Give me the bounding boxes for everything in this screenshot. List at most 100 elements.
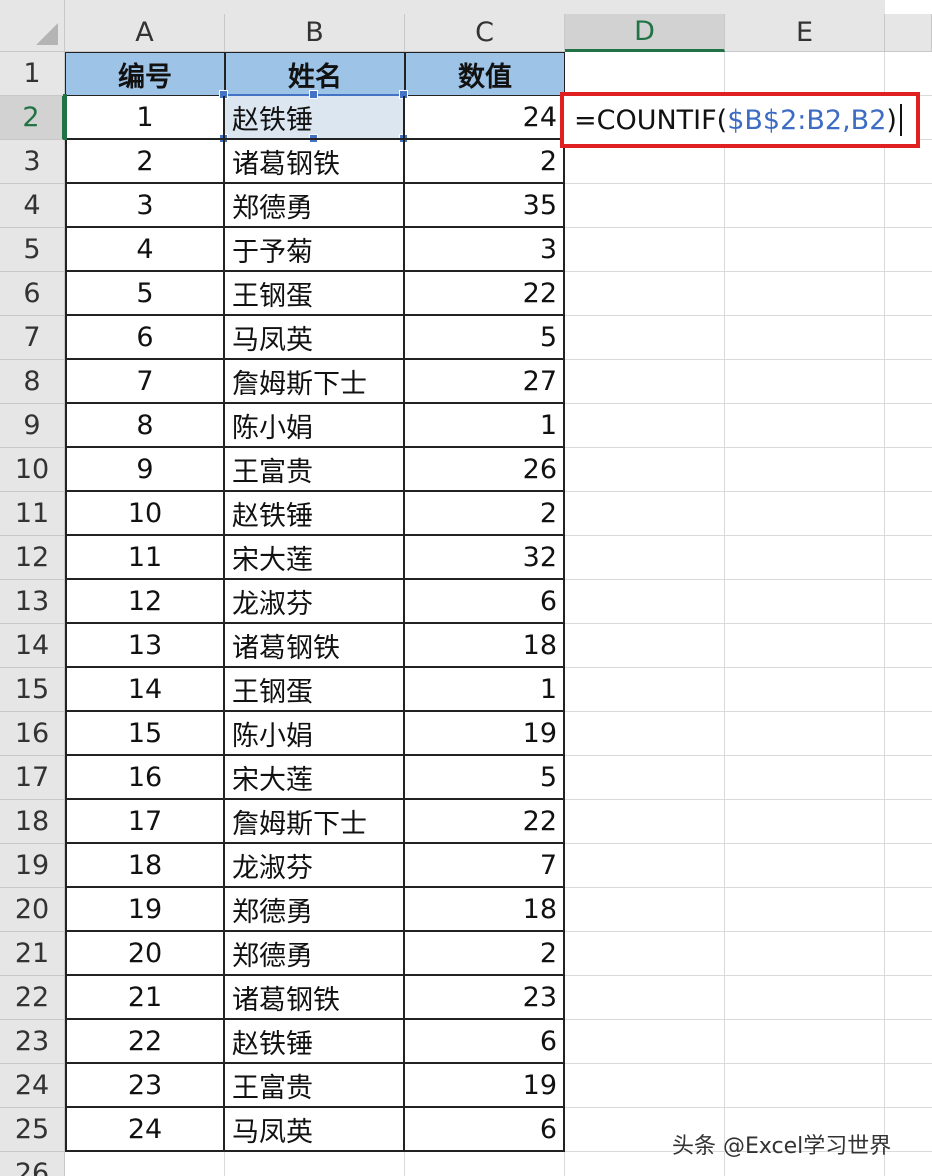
cell-a14[interactable]: 13 <box>65 624 225 668</box>
row-header-14[interactable]: 14 <box>0 624 65 668</box>
header-cell-a1[interactable]: 编号 <box>65 52 225 96</box>
cell-a2[interactable]: 1 <box>65 96 225 140</box>
cell-c16[interactable]: 19 <box>405 712 565 756</box>
row-header-1[interactable]: 1 <box>0 52 65 96</box>
cell-a11[interactable]: 10 <box>65 492 225 536</box>
cell-b6[interactable]: 王钢蛋 <box>225 272 405 316</box>
row-header-17[interactable]: 17 <box>0 756 65 800</box>
cell-a21[interactable]: 20 <box>65 932 225 976</box>
cell-c21[interactable]: 2 <box>405 932 565 976</box>
row-header-16[interactable]: 16 <box>0 712 65 756</box>
row-header-21[interactable]: 21 <box>0 932 65 976</box>
cell-c18[interactable]: 22 <box>405 800 565 844</box>
cell-a10[interactable]: 9 <box>65 448 225 492</box>
cell-b15[interactable]: 王钢蛋 <box>225 668 405 712</box>
cell-a15[interactable]: 14 <box>65 668 225 712</box>
cell-b11[interactable]: 赵铁锤 <box>225 492 405 536</box>
cell-c12[interactable]: 32 <box>405 536 565 580</box>
cell-b9[interactable]: 陈小娟 <box>225 404 405 448</box>
cell-c15[interactable]: 1 <box>405 668 565 712</box>
cell-a5[interactable]: 4 <box>65 228 225 272</box>
cell-b14[interactable]: 诸葛钢铁 <box>225 624 405 668</box>
cell-b12[interactable]: 宋大莲 <box>225 536 405 580</box>
cell-c23[interactable]: 6 <box>405 1020 565 1064</box>
row-header-8[interactable]: 8 <box>0 360 65 404</box>
row-header-18[interactable]: 18 <box>0 800 65 844</box>
cell-c9[interactable]: 1 <box>405 404 565 448</box>
cell-c14[interactable]: 18 <box>405 624 565 668</box>
cell-a8[interactable]: 7 <box>65 360 225 404</box>
cell-c25[interactable]: 6 <box>405 1108 565 1152</box>
cell-c3[interactable]: 2 <box>405 140 565 184</box>
row-header-4[interactable]: 4 <box>0 184 65 228</box>
cell-c10[interactable]: 26 <box>405 448 565 492</box>
cell-a18[interactable]: 17 <box>65 800 225 844</box>
row-header-11[interactable]: 11 <box>0 492 65 536</box>
row-header-25[interactable]: 25 <box>0 1108 65 1152</box>
cell-c5[interactable]: 3 <box>405 228 565 272</box>
cell-b23[interactable]: 赵铁锤 <box>225 1020 405 1064</box>
row-header-22[interactable]: 22 <box>0 976 65 1020</box>
cell-a4[interactable]: 3 <box>65 184 225 228</box>
cell-c20[interactable]: 18 <box>405 888 565 932</box>
row-header-7[interactable]: 7 <box>0 316 65 360</box>
column-header-f[interactable] <box>885 14 932 52</box>
cell-b19[interactable]: 龙淑芬 <box>225 844 405 888</box>
row-header-19[interactable]: 19 <box>0 844 65 888</box>
cell-c2[interactable]: 24 <box>405 96 565 140</box>
cell-b24[interactable]: 王富贵 <box>225 1064 405 1108</box>
cell-a19[interactable]: 18 <box>65 844 225 888</box>
cell-c13[interactable]: 6 <box>405 580 565 624</box>
cell-b17[interactable]: 宋大莲 <box>225 756 405 800</box>
cell-grid[interactable]: 编号 姓名 数值 1 赵铁锤 24 2 诸葛钢铁 2 3 郑德勇 35 4 于予菊 3 5 王钢蛋 22 6 马凤英 5… <box>63 52 932 1176</box>
cell-c11[interactable]: 2 <box>405 492 565 536</box>
row-header-24[interactable]: 24 <box>0 1064 65 1108</box>
row-header-3[interactable]: 3 <box>0 140 65 184</box>
cell-a13[interactable]: 12 <box>65 580 225 624</box>
cell-b4[interactable]: 郑德勇 <box>225 184 405 228</box>
cell-b10[interactable]: 王富贵 <box>225 448 405 492</box>
cell-a9[interactable]: 8 <box>65 404 225 448</box>
row-header-20[interactable]: 20 <box>0 888 65 932</box>
cell-c17[interactable]: 5 <box>405 756 565 800</box>
cell-b3[interactable]: 诸葛钢铁 <box>225 140 405 184</box>
select-all-corner[interactable] <box>0 0 65 52</box>
cell-a17[interactable]: 16 <box>65 756 225 800</box>
row-header-13[interactable]: 13 <box>0 580 65 624</box>
cell-c8[interactable]: 27 <box>405 360 565 404</box>
cell-b21[interactable]: 郑德勇 <box>225 932 405 976</box>
row-header-9[interactable]: 9 <box>0 404 65 448</box>
row-header-26[interactable]: 26 <box>0 1152 65 1176</box>
cell-a25[interactable]: 24 <box>65 1108 225 1152</box>
column-header-a[interactable]: A <box>65 14 225 52</box>
cell-a12[interactable]: 11 <box>65 536 225 580</box>
cell-a6[interactable]: 5 <box>65 272 225 316</box>
formula-in-cell-d2[interactable]: =COUNTIF($B$2:B2, B2) <box>560 92 920 148</box>
cell-b25[interactable]: 马凤英 <box>225 1108 405 1152</box>
cell-a22[interactable]: 21 <box>65 976 225 1020</box>
cell-c19[interactable]: 7 <box>405 844 565 888</box>
cell-c6[interactable]: 22 <box>405 272 565 316</box>
cell-a24[interactable]: 23 <box>65 1064 225 1108</box>
cell-c22[interactable]: 23 <box>405 976 565 1020</box>
cell-b8[interactable]: 詹姆斯下士 <box>225 360 405 404</box>
row-header-15[interactable]: 15 <box>0 668 65 712</box>
cell-a7[interactable]: 6 <box>65 316 225 360</box>
cell-a20[interactable]: 19 <box>65 888 225 932</box>
row-header-5[interactable]: 5 <box>0 228 65 272</box>
cell-b7[interactable]: 马凤英 <box>225 316 405 360</box>
column-header-e[interactable]: E <box>725 14 885 52</box>
cell-b16[interactable]: 陈小娟 <box>225 712 405 756</box>
cell-b5[interactable]: 于予菊 <box>225 228 405 272</box>
row-header-2[interactable]: 2 <box>0 96 65 140</box>
row-header-10[interactable]: 10 <box>0 448 65 492</box>
cell-b22[interactable]: 诸葛钢铁 <box>225 976 405 1020</box>
column-header-d[interactable]: D <box>565 14 725 52</box>
cell-b20[interactable]: 郑德勇 <box>225 888 405 932</box>
cell-a16[interactable]: 15 <box>65 712 225 756</box>
cell-c24[interactable]: 19 <box>405 1064 565 1108</box>
row-header-23[interactable]: 23 <box>0 1020 65 1064</box>
row-header-12[interactable]: 12 <box>0 536 65 580</box>
cell-b13[interactable]: 龙淑芬 <box>225 580 405 624</box>
cell-b18[interactable]: 詹姆斯下士 <box>225 800 405 844</box>
